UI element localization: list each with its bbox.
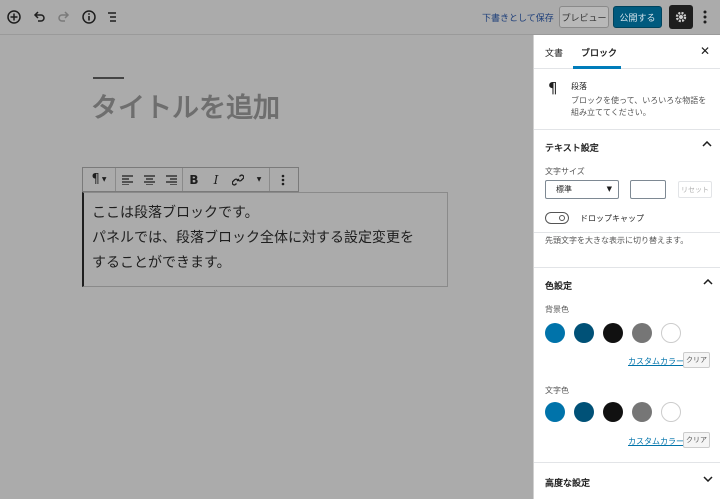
color-settings-title: 色設定 bbox=[545, 282, 573, 292]
background-custom-color-link[interactable]: カスタムカラー bbox=[628, 356, 684, 367]
add-block-icon[interactable] bbox=[4, 7, 24, 27]
paragraph-line: することができます。 bbox=[92, 255, 231, 271]
color-settings-panel: 色設定 背景色 カスタムカラー クリア 文字色 カスタムカラー クリア bbox=[534, 267, 720, 463]
color-swatch[interactable] bbox=[574, 402, 594, 422]
title-divider bbox=[93, 77, 124, 79]
text-custom-color-link[interactable]: カスタムカラー bbox=[628, 436, 684, 447]
info-icon[interactable] bbox=[79, 7, 99, 27]
toggle-knob bbox=[559, 215, 565, 221]
tab-document[interactable]: 文書 bbox=[545, 46, 563, 59]
more-formats-chevron-icon[interactable]: ▼ bbox=[249, 168, 269, 191]
undo-icon[interactable] bbox=[29, 7, 49, 27]
font-size-reset-button[interactable]: リセット bbox=[678, 181, 712, 198]
color-swatch[interactable] bbox=[545, 402, 565, 422]
block-card: ¶ 段落 ブロックを使って、いろいろな物語を組み立ててください。 bbox=[534, 69, 720, 130]
color-swatch[interactable] bbox=[632, 323, 652, 343]
save-draft-link[interactable]: 下書きとして保存 bbox=[482, 11, 554, 24]
background-clear-button[interactable]: クリア bbox=[683, 352, 710, 368]
color-swatch[interactable] bbox=[661, 323, 681, 343]
text-settings-header[interactable]: テキスト設定 bbox=[534, 130, 720, 162]
color-swatch[interactable] bbox=[661, 402, 681, 422]
sidebar-tabs: 文書 ブロック ✕ bbox=[534, 35, 720, 69]
text-settings-title: テキスト設定 bbox=[545, 144, 599, 154]
block-type-switcher[interactable]: ¶ ▼ bbox=[83, 168, 115, 191]
preview-button[interactable]: プレビュー bbox=[559, 6, 609, 28]
align-left-icon[interactable] bbox=[116, 168, 138, 191]
link-icon[interactable] bbox=[227, 168, 249, 191]
paragraph-block[interactable]: ここは段落ブロックです。 パネルでは、段落ブロック全体に対する設定変更を するこ… bbox=[82, 192, 448, 287]
chevron-down-icon: ▼ bbox=[606, 185, 612, 193]
block-card-title: 段落 bbox=[571, 82, 587, 91]
color-swatch[interactable] bbox=[603, 402, 623, 422]
paragraph-icon: ¶ bbox=[91, 172, 100, 187]
chevron-down-icon bbox=[703, 474, 713, 485]
block-navigation-icon[interactable] bbox=[102, 7, 122, 27]
color-swatch[interactable] bbox=[545, 323, 565, 343]
drop-cap-label: ドロップキャップ bbox=[580, 214, 644, 223]
chevron-up-icon bbox=[702, 139, 712, 150]
font-size-select[interactable]: 標準 ▼ bbox=[545, 180, 619, 199]
text-clear-button[interactable]: クリア bbox=[683, 432, 710, 448]
advanced-settings-panel[interactable]: 高度な設定 bbox=[534, 465, 720, 497]
publish-button[interactable]: 公開する bbox=[613, 6, 662, 28]
settings-sidebar: 文書 ブロック ✕ ¶ 段落 ブロックを使って、いろいろな物語を組み立ててくださ… bbox=[533, 35, 720, 499]
redo-icon[interactable] bbox=[54, 7, 74, 27]
settings-gear-icon[interactable] bbox=[669, 5, 693, 29]
more-options-icon[interactable] bbox=[697, 6, 713, 28]
advanced-settings-title: 高度な設定 bbox=[545, 479, 591, 489]
font-size-label: 文字サイズ bbox=[545, 167, 585, 176]
color-swatch[interactable] bbox=[603, 323, 623, 343]
color-settings-header[interactable]: 色設定 bbox=[534, 268, 720, 300]
close-icon[interactable]: ✕ bbox=[700, 44, 710, 58]
chevron-down-icon: ▼ bbox=[101, 176, 107, 183]
bold-icon[interactable]: B bbox=[183, 168, 205, 191]
align-center-icon[interactable] bbox=[138, 168, 160, 191]
color-swatch[interactable] bbox=[574, 323, 594, 343]
text-color-swatches bbox=[545, 402, 681, 422]
block-more-options-icon[interactable] bbox=[270, 168, 295, 191]
paragraph-icon: ¶ bbox=[548, 79, 558, 97]
background-color-label: 背景色 bbox=[545, 305, 569, 314]
tab-block[interactable]: ブロック bbox=[581, 46, 617, 59]
drop-cap-help: 先頭文字を大きな表示に切り替えます。 bbox=[545, 236, 689, 245]
post-title-input[interactable]: タイトルを追加 bbox=[91, 86, 280, 125]
drop-cap-toggle[interactable] bbox=[545, 212, 569, 224]
color-swatch[interactable] bbox=[632, 402, 652, 422]
align-right-icon[interactable] bbox=[160, 168, 182, 191]
text-settings-panel: テキスト設定 文字サイズ 標準 ▼ リセット ドロップキャップ bbox=[534, 130, 720, 233]
paragraph-line: ここは段落ブロックです。 bbox=[92, 205, 259, 221]
text-color-label: 文字色 bbox=[545, 386, 569, 395]
italic-icon[interactable]: I bbox=[205, 168, 227, 191]
font-size-select-value: 標準 bbox=[556, 185, 572, 194]
custom-font-size-input[interactable] bbox=[630, 180, 666, 199]
editor-top-toolbar: 下書きとして保存 プレビュー 公開する bbox=[0, 0, 720, 35]
paragraph-line: パネルでは、段落ブロック全体に対する設定変更を bbox=[92, 230, 414, 246]
background-color-swatches bbox=[545, 323, 681, 343]
block-toolbar: ¶ ▼ B I ▼ bbox=[82, 167, 299, 192]
block-card-description: ブロックを使って、いろいろな物語を組み立ててください。 bbox=[571, 96, 707, 117]
chevron-up-icon bbox=[703, 277, 713, 288]
